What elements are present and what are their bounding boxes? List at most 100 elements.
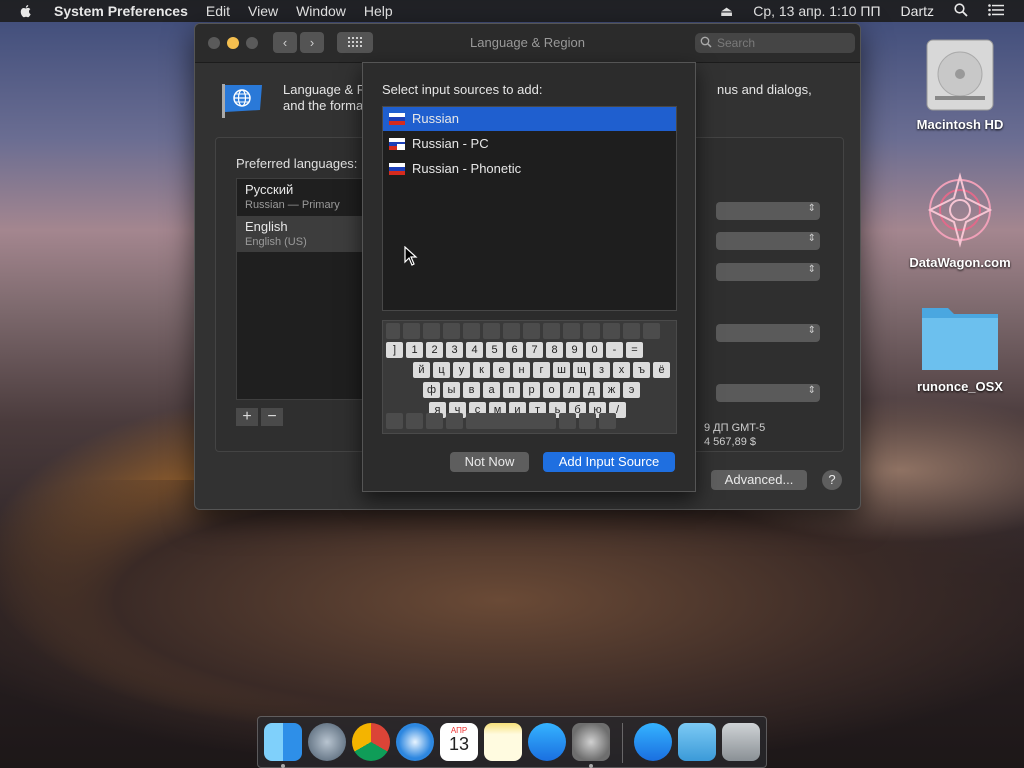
desktop-icon-label: Macintosh HD xyxy=(916,117,1004,132)
apple-logo-icon[interactable] xyxy=(18,3,34,19)
menu-view[interactable]: View xyxy=(248,3,278,19)
list-sort-popup[interactable]: ⇕ xyxy=(716,384,820,402)
eject-icon[interactable]: ⏏ xyxy=(720,3,733,20)
source-label: Russian - PC xyxy=(412,136,489,151)
keyboard-key: о xyxy=(543,382,560,398)
not-now-button[interactable]: Not Now xyxy=(450,452,529,472)
menu-edit[interactable]: Edit xyxy=(206,3,230,19)
dock: АПР 13 xyxy=(257,716,767,768)
menu-window[interactable]: Window xyxy=(296,3,346,19)
sheet-title: Select input sources to add: xyxy=(382,82,543,97)
keyboard-row: фывапролджэ xyxy=(423,382,640,398)
keyboard-key: 7 xyxy=(526,342,543,358)
language-name: English xyxy=(245,219,288,234)
desktop-icon-label: DataWagon.com xyxy=(909,255,1011,270)
chevron-updown-icon: ⇕ xyxy=(807,203,816,214)
mandala-icon xyxy=(927,172,993,248)
downloads-stack-icon[interactable] xyxy=(634,723,672,761)
menu-app-name[interactable]: System Preferences xyxy=(54,3,188,19)
finder-icon[interactable] xyxy=(264,723,302,761)
keyboard-key: ш xyxy=(553,362,570,378)
format-sample-number: 4 567,89 $ xyxy=(704,436,756,448)
keyboard-key: к xyxy=(473,362,490,378)
help-button[interactable]: ? xyxy=(822,470,842,490)
region-popup[interactable]: ⇕ xyxy=(716,202,820,220)
temperature-popup[interactable]: ⇕ xyxy=(716,324,820,342)
keyboard-key: х xyxy=(613,362,630,378)
keyboard-key: ж xyxy=(603,382,620,398)
calendar-popup[interactable]: ⇕ xyxy=(716,263,820,281)
keyboard-key: 0 xyxy=(586,342,603,358)
keyboard-key: 3 xyxy=(446,342,463,358)
preferred-languages-list[interactable]: Русский Russian — Primary English Englis… xyxy=(236,178,364,400)
app-store-icon[interactable] xyxy=(528,723,566,761)
desktop-icon-runonce[interactable]: runonce_OSX xyxy=(900,300,1020,394)
launchpad-icon[interactable] xyxy=(308,723,346,761)
language-item[interactable]: Русский Russian — Primary xyxy=(237,179,363,215)
source-item-russian[interactable]: Russian xyxy=(383,107,676,131)
description-line1-right: nus and dialogs, xyxy=(717,82,812,97)
add-language-button[interactable]: + xyxy=(236,408,258,426)
keyboard-row: йцукенгшщзхъё xyxy=(413,362,670,378)
keyboard-key: ы xyxy=(443,382,460,398)
source-label: Russian xyxy=(412,111,459,126)
keyboard-key: в xyxy=(463,382,480,398)
remove-language-button[interactable]: − xyxy=(261,408,283,426)
chevron-updown-icon: ⇕ xyxy=(807,385,816,396)
keyboard-key: п xyxy=(503,382,520,398)
desktop-icon-macintosh-hd[interactable]: Macintosh HD xyxy=(900,34,1020,132)
input-sources-list[interactable]: Russian Russian - PC Russian - Phonetic xyxy=(382,106,677,311)
folder-icon[interactable] xyxy=(678,723,716,761)
menu-user[interactable]: Dartz xyxy=(901,3,934,19)
calendar-icon[interactable]: АПР 13 xyxy=(440,723,478,761)
advanced-button[interactable]: Advanced... xyxy=(711,470,807,490)
keyboard-key: 8 xyxy=(546,342,563,358)
menu-clock[interactable]: Ср, 13 апр. 1:10 ПП xyxy=(753,3,880,19)
keyboard-key: э xyxy=(623,382,640,398)
notification-center-icon[interactable] xyxy=(988,3,1004,19)
chrome-icon[interactable] xyxy=(352,723,390,761)
desktop-icon-datawagon[interactable]: DataWagon.com xyxy=(900,168,1020,270)
source-label: Russian - Phonetic xyxy=(412,161,522,176)
keyboard-space-row xyxy=(386,413,616,429)
safari-icon[interactable] xyxy=(396,723,434,761)
keyboard-key: 1 xyxy=(406,342,423,358)
mouse-cursor-icon xyxy=(404,246,418,266)
desktop-icon-label: runonce_OSX xyxy=(917,379,1003,394)
title-bar: ‹ › Language & Region Search xyxy=(195,24,860,63)
search-field[interactable]: Search xyxy=(695,33,855,53)
keyboard-key: з xyxy=(593,362,610,378)
source-item-russian-pc[interactable]: Russian - PC xyxy=(383,132,676,156)
language-flag-icon xyxy=(222,84,262,118)
add-input-source-button[interactable]: Add Input Source xyxy=(543,452,675,472)
keyboard-key: 6 xyxy=(506,342,523,358)
calendar-day: 13 xyxy=(448,734,470,754)
russian-flag-icon xyxy=(389,163,405,175)
keyboard-key: й xyxy=(413,362,430,378)
format-sample-time: 9 ДП GMT-5 xyxy=(704,422,766,434)
keyboard-key: 4 xyxy=(466,342,483,358)
keyboard-key: 9 xyxy=(566,342,583,358)
spotlight-icon[interactable] xyxy=(954,2,968,20)
language-sub: Russian — Primary xyxy=(245,199,340,211)
keyboard-key: - xyxy=(606,342,623,358)
folder-icon xyxy=(922,308,998,370)
keyboard-key: ф xyxy=(423,382,440,398)
source-item-russian-phonetic[interactable]: Russian - Phonetic xyxy=(383,157,676,181)
search-placeholder: Search xyxy=(717,36,756,50)
russian-flag-icon xyxy=(389,113,405,125)
first-day-popup[interactable]: ⇕ xyxy=(716,232,820,250)
keyboard-key: щ xyxy=(573,362,590,378)
trash-icon[interactable] xyxy=(722,723,760,761)
input-sources-sheet: Select input sources to add: Russian Rus… xyxy=(362,62,696,492)
language-item[interactable]: English English (US) xyxy=(237,216,363,252)
keyboard-key: ц xyxy=(433,362,450,378)
system-preferences-icon[interactable] xyxy=(572,723,610,761)
notes-icon[interactable] xyxy=(484,723,522,761)
chevron-updown-icon: ⇕ xyxy=(807,325,816,336)
keyboard-key: р xyxy=(523,382,540,398)
preferred-languages-label: Preferred languages: xyxy=(236,156,358,171)
language-name: Русский xyxy=(245,182,294,197)
keyboard-key: н xyxy=(513,362,530,378)
menu-help[interactable]: Help xyxy=(364,3,393,19)
